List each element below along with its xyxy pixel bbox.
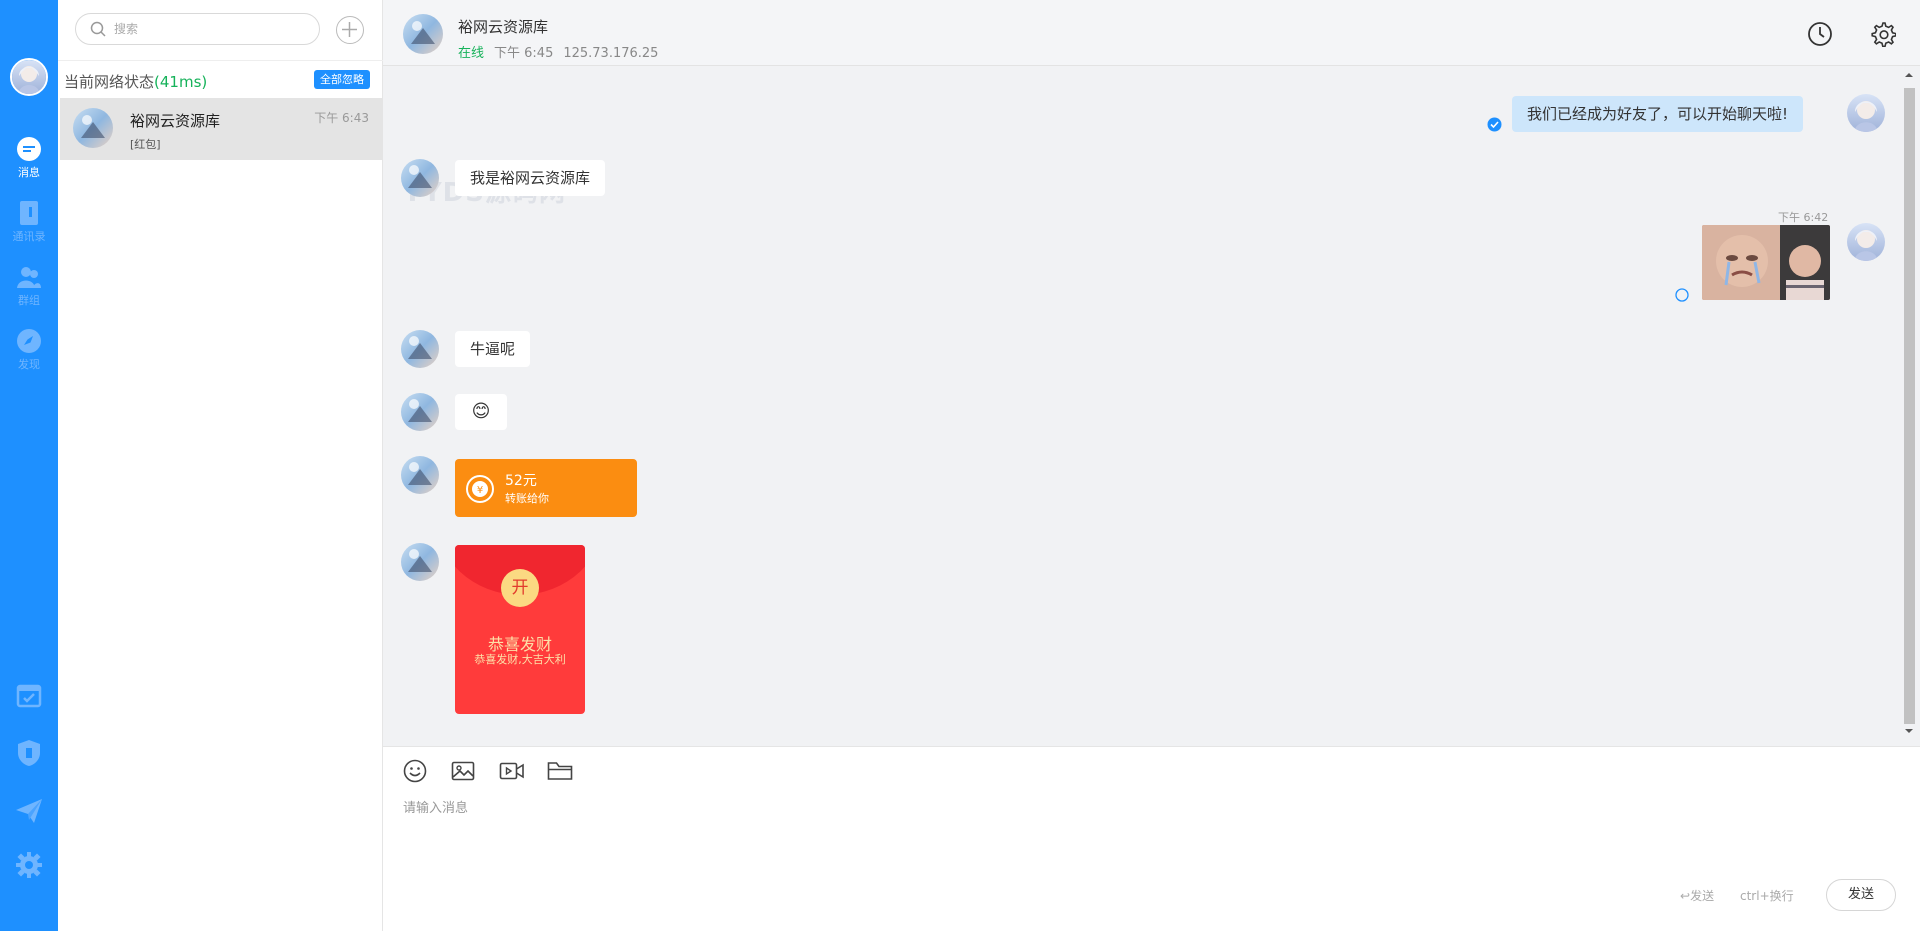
svg-text:¥: ¥ xyxy=(477,485,483,496)
address-book-icon xyxy=(20,201,38,225)
ignore-all-button[interactable]: 全部忽略 xyxy=(314,70,370,89)
image-message[interactable] xyxy=(1702,225,1830,300)
message-bubble[interactable]: 我们已经成为好友了，可以开始聊天啦! xyxy=(1512,96,1804,132)
chat-scrollbar[interactable] xyxy=(1902,70,1916,740)
conversation-list: 当前网络状态(41ms) 全部忽略 裕网云资源库 下午 6:43 [红包] xyxy=(58,0,383,931)
red-packet-card[interactable]: 开 恭喜发财 恭喜发财,大吉大利 xyxy=(455,545,585,714)
sidebar-item-groups[interactable]: 群组 xyxy=(0,264,58,308)
calendar-icon xyxy=(16,684,42,708)
send-hint-label: 发送 xyxy=(1690,889,1715,903)
newline-hint: ctrl+换行 xyxy=(1740,887,1794,904)
emoji-message[interactable]: 😊 xyxy=(455,394,507,430)
file-button[interactable] xyxy=(547,759,573,787)
chat-settings-button[interactable] xyxy=(1870,21,1897,51)
transfer-icon: ¥ xyxy=(466,475,494,503)
conversation-name: 裕网云资源库 xyxy=(130,112,221,130)
my-avatar[interactable] xyxy=(10,58,48,96)
search-box[interactable] xyxy=(75,13,320,45)
history-button[interactable] xyxy=(1807,21,1833,51)
contact-avatar[interactable] xyxy=(401,330,439,368)
contact-avatar[interactable] xyxy=(401,543,439,581)
last-seen-time: 下午 6:45 xyxy=(494,46,554,61)
paper-plane-icon xyxy=(16,799,42,823)
group-icon xyxy=(17,267,41,288)
scroll-down-icon xyxy=(1905,729,1913,733)
compass-icon xyxy=(17,329,41,353)
chat-title: 裕网云资源库 xyxy=(458,18,549,36)
conversation-item[interactable]: 裕网云资源库 下午 6:43 [红包] xyxy=(60,98,383,160)
add-button[interactable] xyxy=(336,16,364,44)
chat-app: 消息 通讯录 群组 发现 搜索 当前网络状态(41ms) 全部忽略 裕网云资源库… xyxy=(0,0,1920,931)
send-button[interactable]: 发送 xyxy=(1826,879,1896,911)
message-input[interactable] xyxy=(403,797,1893,867)
video-button[interactable] xyxy=(499,759,525,787)
ip-address: 125.73.176.25 xyxy=(563,46,659,61)
shield-icon xyxy=(18,740,40,766)
network-latency: (41ms) xyxy=(154,73,208,91)
message-composer: ↩发送 ctrl+换行 发送 xyxy=(383,746,1920,931)
plus-icon xyxy=(342,22,357,37)
red-packet-subtitle: 恭喜发财,大吉大利 xyxy=(474,653,566,666)
sending-status-icon xyxy=(1675,288,1689,302)
clock-icon xyxy=(1808,22,1832,46)
image-icon xyxy=(451,761,475,781)
send-file-button[interactable] xyxy=(0,798,58,824)
network-status: 当前网络状态(41ms) xyxy=(64,71,207,92)
contact-avatar[interactable] xyxy=(401,456,439,494)
search-input[interactable] xyxy=(114,20,304,38)
scroll-up-icon xyxy=(1905,73,1913,77)
avatar[interactable] xyxy=(403,14,443,54)
calendar-button[interactable] xyxy=(0,682,58,708)
security-button[interactable] xyxy=(0,739,58,767)
newline-hint-label: ctrl+换行 xyxy=(1740,889,1794,903)
sidebar-item-label: 群组 xyxy=(18,294,40,307)
network-status-label: 当前网络状态 xyxy=(64,73,155,91)
message-bubble[interactable]: 我是裕网云资源库 xyxy=(455,160,606,196)
transfer-card[interactable]: ¥ 52元 转账给你 xyxy=(455,459,637,517)
video-icon xyxy=(499,762,524,780)
my-avatar[interactable] xyxy=(1847,94,1885,132)
sidebar-item-messages[interactable]: 消息 xyxy=(0,136,58,180)
conversation-preview: [红包] xyxy=(130,138,161,151)
left-rail: 消息 通讯录 群组 发现 xyxy=(0,0,58,931)
settings-button[interactable] xyxy=(0,852,58,878)
sidebar-item-label: 消息 xyxy=(18,166,40,179)
my-avatar[interactable] xyxy=(1847,223,1885,261)
smile-icon xyxy=(403,759,427,783)
chat-header: 裕网云资源库 在线 下午 6:45 125.73.176.25 xyxy=(383,0,1920,66)
chat-subtitle: 在线 下午 6:45 125.73.176.25 xyxy=(458,42,658,61)
read-check-icon xyxy=(1487,117,1502,132)
gear-icon xyxy=(16,852,42,878)
sidebar-item-contacts[interactable]: 通讯录 xyxy=(0,200,58,244)
transfer-amount: 52元 xyxy=(505,473,537,489)
online-status: 在线 xyxy=(458,46,485,61)
image-button[interactable] xyxy=(451,759,475,787)
message-bubble[interactable]: 牛逼呢 xyxy=(455,331,531,367)
chat-panel: 裕网云资源库 在线下午 6:45125.73.176.25 YYDS源码网 我们… xyxy=(383,0,1920,931)
emoji-button[interactable] xyxy=(403,759,427,787)
network-status-row: 当前网络状态(41ms) 全部忽略 xyxy=(58,60,383,98)
contact-avatar[interactable] xyxy=(401,159,439,197)
gear-icon xyxy=(1871,22,1897,48)
sidebar-item-label: 通讯录 xyxy=(12,230,46,243)
sidebar-item-label: 发现 xyxy=(18,358,40,371)
transfer-description: 转账给你 xyxy=(505,492,549,505)
send-hint: ↩发送 xyxy=(1680,889,1715,903)
contact-avatar[interactable] xyxy=(401,393,439,431)
sidebar-item-discover[interactable]: 发现 xyxy=(0,328,58,372)
folder-icon xyxy=(547,762,573,780)
chat-icon xyxy=(17,137,41,161)
message-time: 下午 6:42 xyxy=(1778,211,1829,224)
search-icon xyxy=(90,21,106,37)
avatar xyxy=(73,108,113,148)
scrollbar-thumb[interactable] xyxy=(1904,88,1915,724)
conversation-time: 下午 6:43 xyxy=(314,111,369,125)
open-red-packet-button[interactable]: 开 xyxy=(501,569,539,607)
